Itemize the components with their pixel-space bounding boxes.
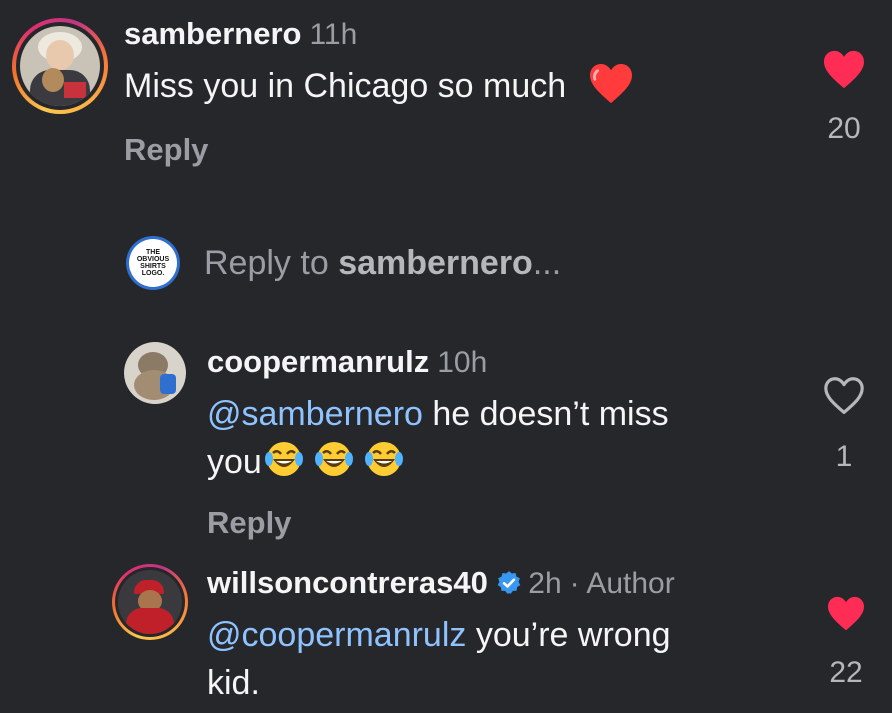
reply-button[interactable]: Reply — [207, 505, 291, 541]
avatar-coopermanrulz[interactable] — [124, 342, 186, 404]
username[interactable]: willsoncontreras40 — [207, 565, 488, 600]
comment-header: willsoncontreras40 2h · Author — [207, 565, 675, 601]
red-heart-emoji — [589, 63, 632, 104]
comment-text: @sambernero he doesn’t miss you — [207, 395, 669, 481]
laughing-tears-emoji — [264, 442, 303, 476]
current-user-avatar: THE OBVIOUS SHIRTS LOGO. — [126, 236, 180, 290]
like-button[interactable] — [822, 376, 866, 421]
comment-header: coopermanrulz 10h — [207, 344, 487, 380]
laughing-tears-emoji — [314, 442, 353, 476]
like-button[interactable] — [822, 50, 866, 95]
username[interactable]: coopermanrulz — [207, 344, 429, 379]
heart-filled-icon — [828, 596, 864, 631]
timestamp: 2h — [528, 567, 562, 600]
timestamp: 10h — [437, 346, 488, 379]
timestamp: 11h — [309, 18, 358, 51]
laughing-tears-emoji — [364, 442, 403, 476]
avatar-willsoncontreras40[interactable] — [112, 564, 188, 640]
heart-outline-icon — [824, 377, 864, 414]
avatar-sambernero[interactable] — [12, 18, 108, 114]
verified-badge-icon — [498, 571, 521, 594]
mention-link[interactable]: @sambernero — [207, 395, 423, 433]
like-count: 22 — [829, 656, 863, 689]
author-label: · Author — [569, 567, 675, 600]
username[interactable]: sambernero — [124, 16, 301, 51]
comment-text: @coopermanrulz you’re wrong kid. — [207, 616, 671, 702]
comment-text: Miss you in Chicago so much — [124, 62, 634, 110]
avatar-photo — [20, 26, 100, 106]
mention-link[interactable]: @coopermanrulz — [207, 616, 466, 654]
like-button[interactable] — [826, 596, 866, 637]
reply-composer[interactable]: THE OBVIOUS SHIRTS LOGO. Reply to samber… — [124, 234, 744, 294]
comment-header: sambernero 11h — [124, 16, 357, 52]
like-count: 20 — [827, 112, 861, 145]
heart-filled-icon — [824, 50, 864, 89]
reply-input-placeholder[interactable]: Reply to sambernero... — [204, 244, 561, 283]
like-count: 1 — [835, 440, 853, 473]
reply-button[interactable]: Reply — [124, 132, 208, 168]
avatar-photo — [118, 570, 182, 634]
